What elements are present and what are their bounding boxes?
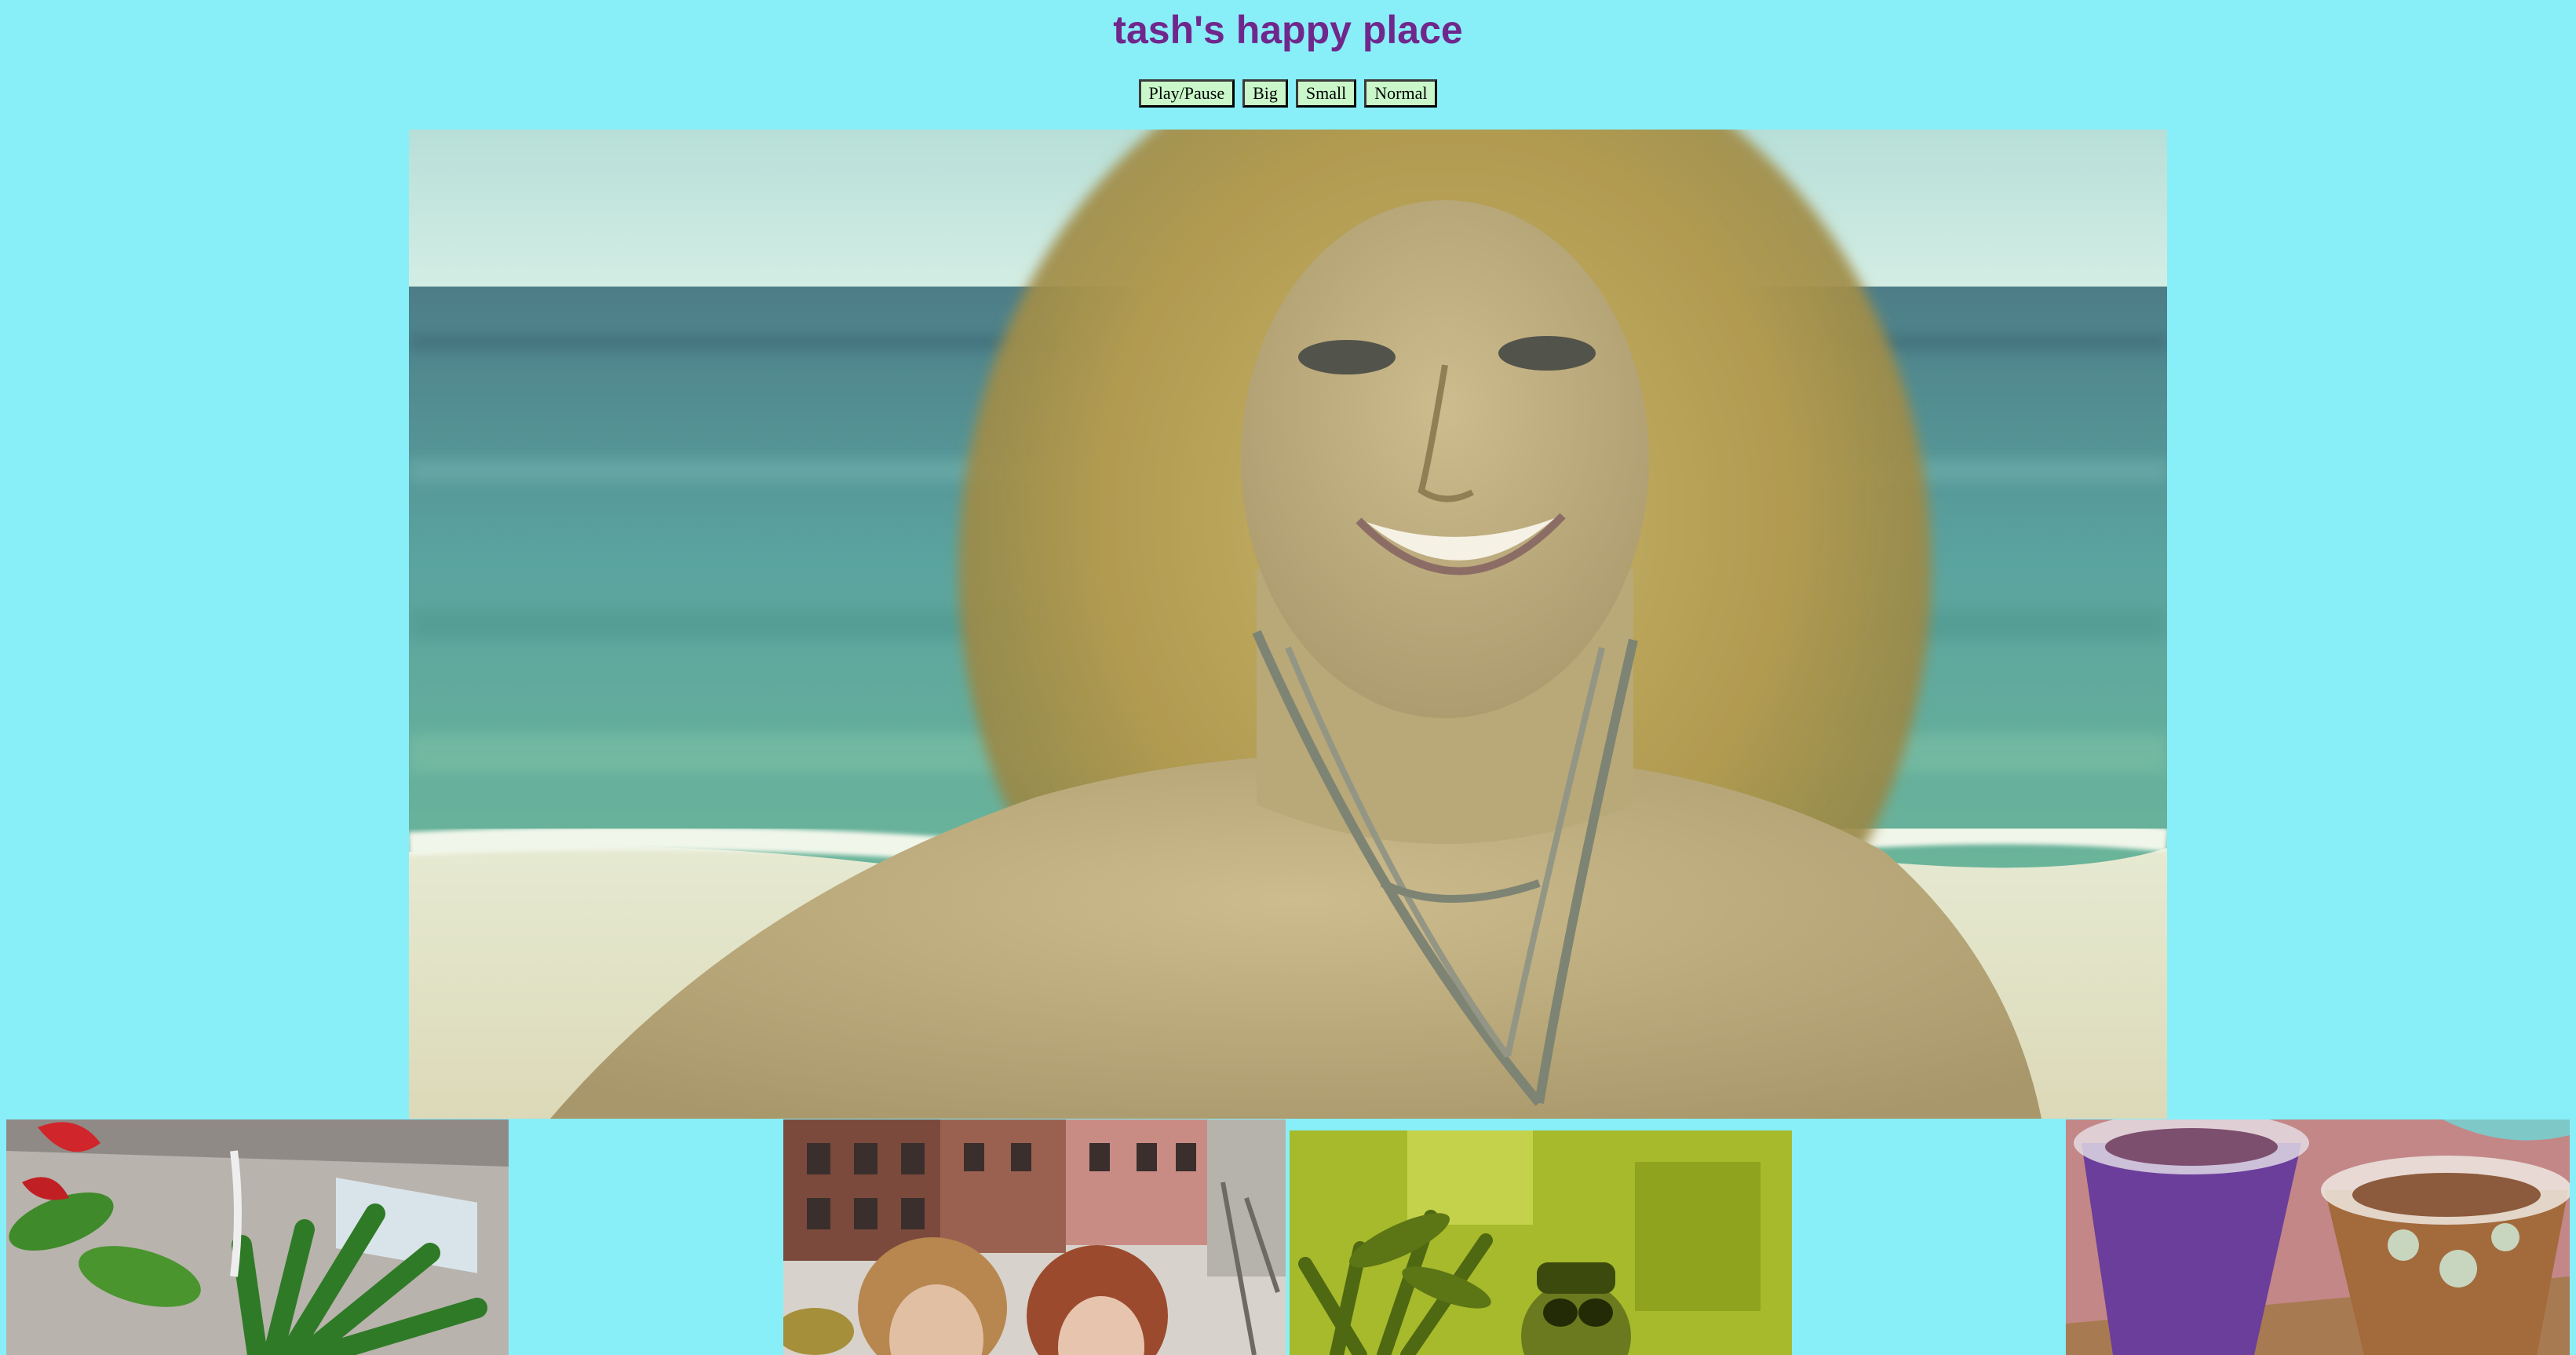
main-video-frame — [409, 130, 2167, 1119]
thumbnail-friends[interactable] — [783, 1119, 1286, 1355]
thumbnail-plants[interactable] — [6, 1119, 509, 1355]
page-title: tash's happy place — [1113, 8, 1463, 52]
normal-button[interactable]: Normal — [1364, 79, 1438, 108]
thumbnail-room[interactable] — [1290, 1130, 1792, 1355]
thumbnail-friends-image — [783, 1119, 1286, 1355]
thumbnail-drinks[interactable] — [2066, 1119, 2570, 1355]
video-controls: Play/Pause Big Small Normal — [0, 79, 2576, 108]
big-button[interactable]: Big — [1242, 79, 1288, 108]
main-video[interactable] — [409, 130, 2167, 1119]
play-pause-button[interactable]: Play/Pause — [1138, 79, 1235, 108]
small-button[interactable]: Small — [1295, 79, 1357, 108]
thumbnail-plants-image — [6, 1119, 509, 1355]
thumbnail-room-image — [1290, 1130, 1792, 1355]
thumbnail-drinks-image — [2066, 1119, 2570, 1355]
